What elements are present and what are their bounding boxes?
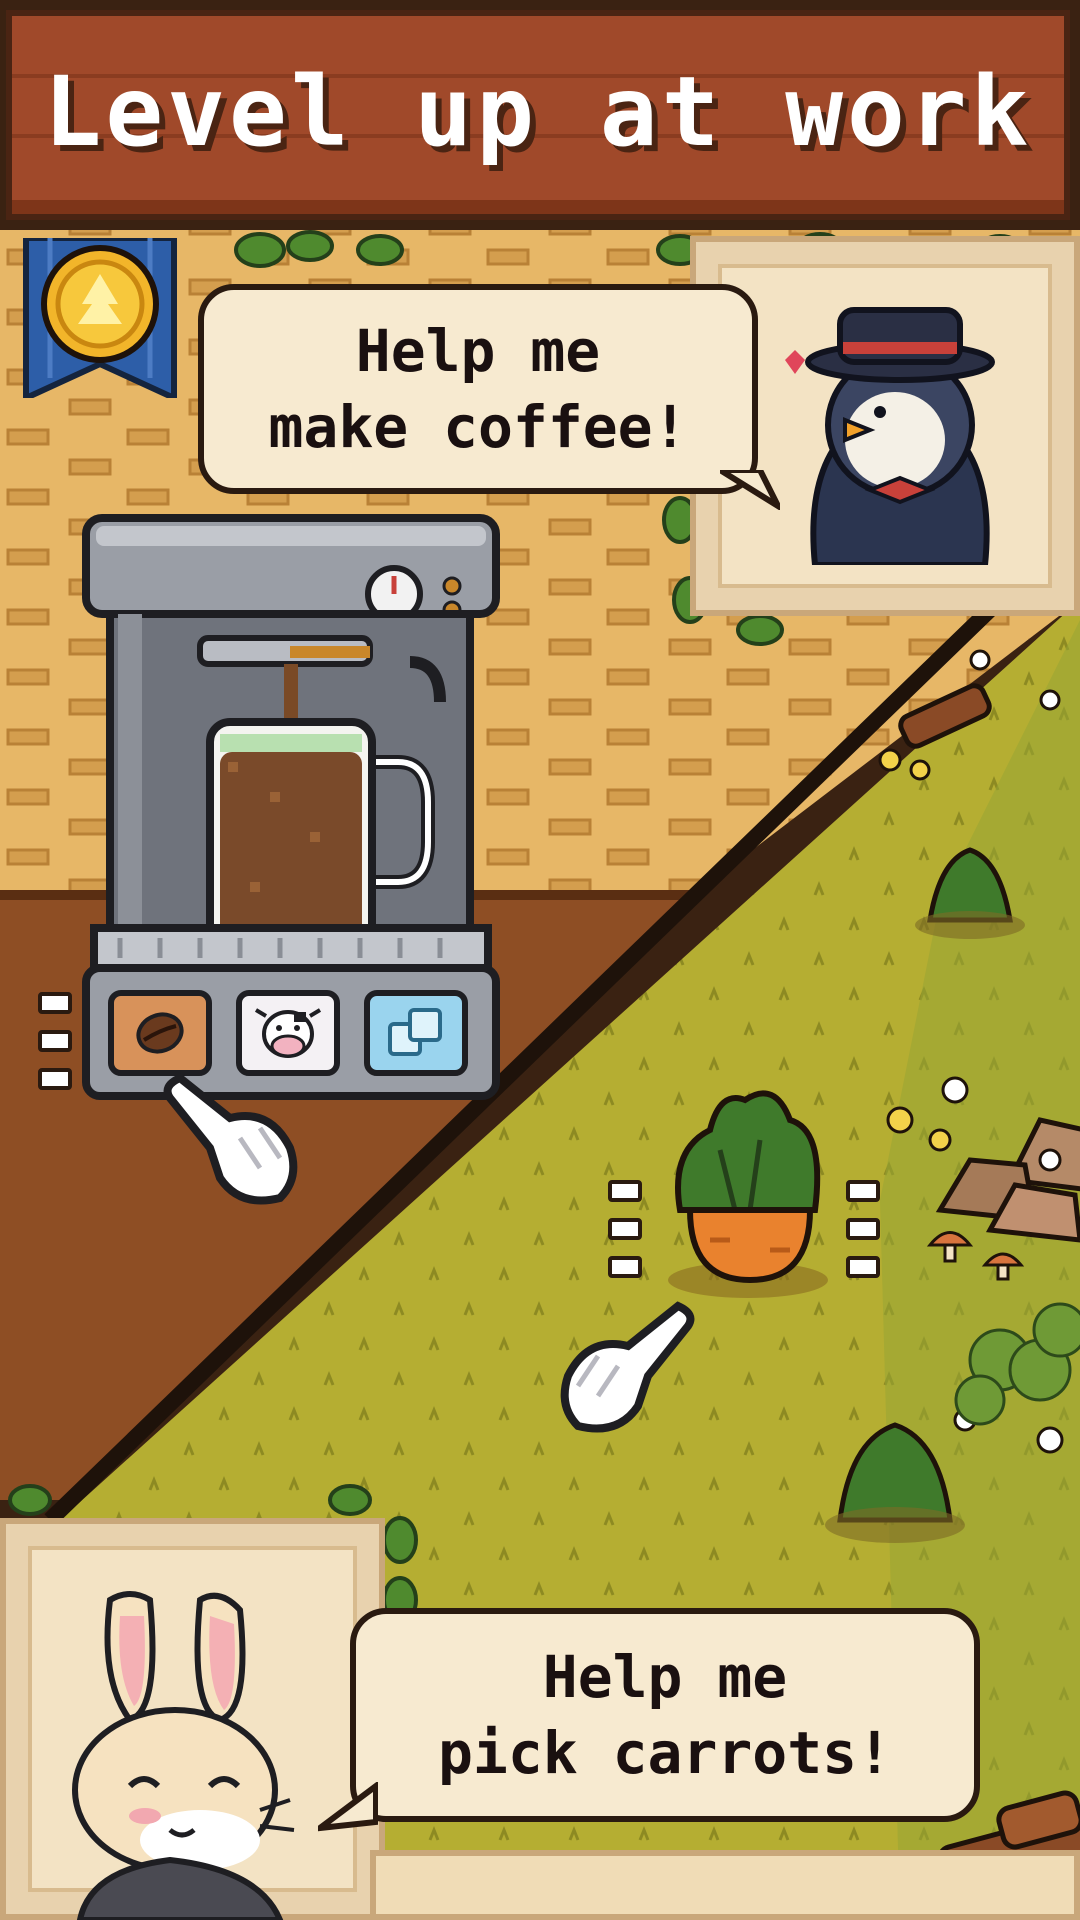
tap-effect-mark [846,1180,880,1202]
pointing-hand-icon [560,1301,695,1433]
tap-effect-mark [608,1218,642,1240]
carrot-bubble-tail [318,1782,378,1832]
coffee-speech-line2: make coffee! [268,393,688,461]
carrot-plant[interactable] [660,1090,830,1300]
heart-icon [785,350,805,374]
coffee-speech-line1: Help me [355,317,601,385]
rabbit-character[interactable] [50,1590,310,1920]
tap-effect-mark [608,1256,642,1278]
carrot-speech-line1: Help me [542,1643,788,1711]
coin-ribbon-icon[interactable] [20,238,180,398]
ice-button[interactable] [364,990,468,1076]
game-screen: Level up at work Help me make coffee! He… [0,0,1080,1920]
pointing-hand-icon [163,1073,298,1205]
carrot-speech-line2: pick carrots! [438,1719,892,1787]
tap-effect-mark [846,1218,880,1240]
banner-title: Level up at work [43,56,1033,168]
tap-effect-mark [38,1068,72,1090]
coffee-bubble-tail [720,470,780,510]
carrot-speech-bubble: Help me pick carrots! [350,1608,980,1822]
coffee-speech-bubble: Help me make coffee! [198,284,758,494]
penguin-character[interactable] [775,300,1015,565]
tap-effect-mark [38,1030,72,1052]
bottom-scroll-bar [370,1850,1080,1920]
tap-effect-mark [38,992,72,1014]
title-banner: Level up at work [6,10,1070,220]
tap-effect-mark [846,1256,880,1278]
tap-effect-mark [608,1180,642,1202]
